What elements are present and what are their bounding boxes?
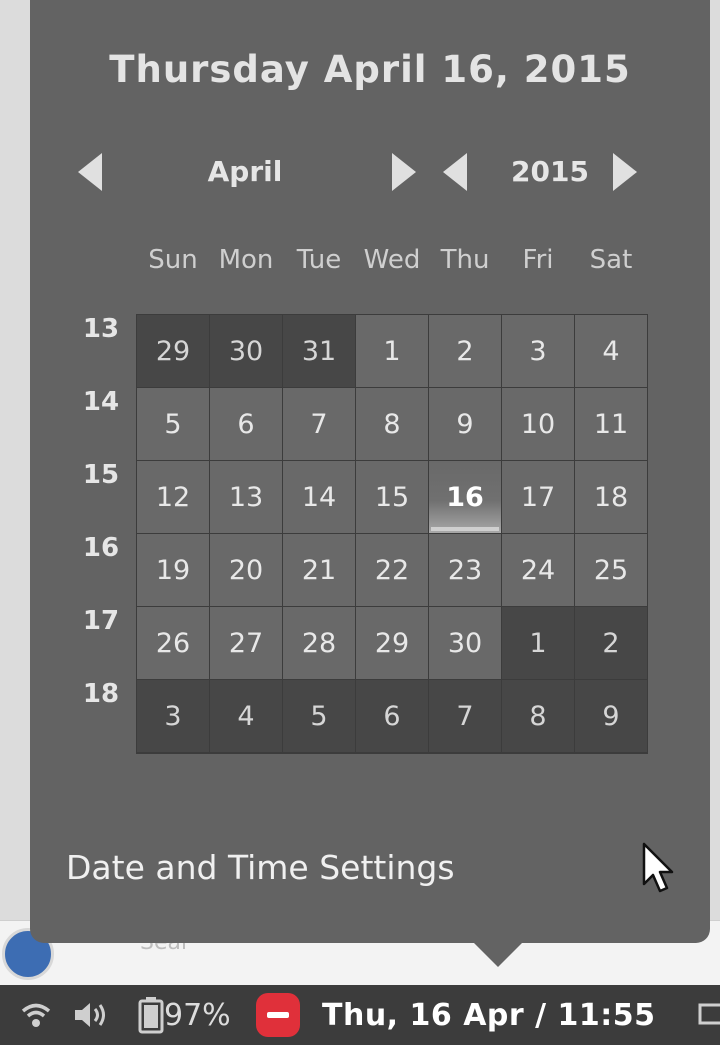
calendar-day[interactable]: 5 bbox=[283, 680, 355, 752]
calendar-day[interactable]: 8 bbox=[502, 680, 574, 752]
do-not-disturb-button[interactable] bbox=[256, 985, 300, 1045]
next-year-button[interactable] bbox=[613, 153, 637, 191]
calendar-day[interactable]: 30 bbox=[210, 315, 282, 387]
weekday-label: Wed bbox=[363, 245, 421, 275]
calendar-day[interactable]: 31 bbox=[283, 315, 355, 387]
taskbar: 97% Thu, 16 Apr / 11:55 bbox=[0, 985, 720, 1045]
calendar-day[interactable]: 23 bbox=[429, 534, 501, 606]
calendar-day[interactable]: 29 bbox=[137, 315, 209, 387]
prev-year-button[interactable] bbox=[443, 153, 467, 191]
calendar-day[interactable]: 7 bbox=[283, 388, 355, 460]
calendar-day[interactable]: 8 bbox=[356, 388, 428, 460]
calendar-day[interactable]: 9 bbox=[429, 388, 501, 460]
calendar-day[interactable]: 1 bbox=[502, 607, 574, 679]
taskbar-clock[interactable]: Thu, 16 Apr / 11:55 bbox=[322, 985, 656, 1045]
calendar-day[interactable]: 24 bbox=[502, 534, 574, 606]
calendar-day[interactable]: 29 bbox=[356, 607, 428, 679]
battery-indicator[interactable]: 97% bbox=[138, 985, 231, 1045]
calendar-day[interactable]: 12 bbox=[137, 461, 209, 533]
month-label: April bbox=[207, 155, 283, 188]
weekday-label: Fri bbox=[522, 245, 554, 275]
calendar-popup: Thursday April 16, 2015 April 2015 Sun Mo… bbox=[30, 0, 710, 943]
calendar-day[interactable]: 21 bbox=[283, 534, 355, 606]
calendar-day[interactable]: 22 bbox=[356, 534, 428, 606]
weekday-label: Sat bbox=[589, 245, 633, 275]
week-number: 14 bbox=[82, 387, 120, 417]
calendar-day[interactable]: 2 bbox=[429, 315, 501, 387]
calendar-day[interactable]: 11 bbox=[575, 388, 647, 460]
prev-month-button[interactable] bbox=[78, 153, 102, 191]
calendar-day[interactable]: 25 bbox=[575, 534, 647, 606]
date-time-settings-link[interactable]: Date and Time Settings bbox=[66, 848, 455, 887]
year-label: 2015 bbox=[511, 155, 589, 188]
calendar-day[interactable]: 3 bbox=[137, 680, 209, 752]
weekday-label: Mon bbox=[218, 245, 274, 275]
overview-icon[interactable] bbox=[698, 985, 720, 1045]
calendar-day[interactable]: 15 bbox=[356, 461, 428, 533]
popup-pointer bbox=[472, 941, 524, 967]
calendar-day[interactable]: 5 bbox=[137, 388, 209, 460]
do-not-disturb-icon bbox=[256, 993, 300, 1037]
calendar-day[interactable]: 4 bbox=[575, 315, 647, 387]
calendar-day[interactable]: 3 bbox=[502, 315, 574, 387]
next-month-button[interactable] bbox=[392, 153, 416, 191]
calendar-day[interactable]: 7 bbox=[429, 680, 501, 752]
week-number: 18 bbox=[82, 679, 120, 709]
weekday-label: Thu bbox=[440, 245, 490, 275]
week-number: 13 bbox=[82, 314, 120, 344]
calendar-day-today[interactable]: 16 bbox=[429, 461, 501, 533]
calendar-day[interactable]: 26 bbox=[137, 607, 209, 679]
calendar-day[interactable]: 20 bbox=[210, 534, 282, 606]
calendar-day[interactable]: 14 bbox=[283, 461, 355, 533]
calendar-day[interactable]: 10 bbox=[502, 388, 574, 460]
calendar-day[interactable]: 17 bbox=[502, 461, 574, 533]
battery-icon bbox=[138, 997, 164, 1034]
wifi-icon[interactable] bbox=[20, 985, 52, 1045]
mouse-cursor-icon bbox=[642, 842, 674, 893]
calendar-day[interactable]: 6 bbox=[356, 680, 428, 752]
calendar-day[interactable]: 18 bbox=[575, 461, 647, 533]
calendar-day[interactable]: 19 bbox=[137, 534, 209, 606]
volume-icon[interactable] bbox=[72, 985, 112, 1045]
weekday-label: Tue bbox=[296, 245, 342, 275]
weekday-label: Sun bbox=[148, 245, 198, 275]
battery-percentage: 97% bbox=[164, 997, 231, 1033]
calendar-day[interactable]: 13 bbox=[210, 461, 282, 533]
week-number: 15 bbox=[82, 460, 120, 490]
calendar-grid: 29 30 31 1 2 3 4 5 6 7 8 9 10 11 12 13 14 15 16 17 18 19 20 21 2… bbox=[136, 314, 648, 754]
calendar-day[interactable]: 1 bbox=[356, 315, 428, 387]
week-number: 16 bbox=[82, 533, 120, 563]
calendar-day[interactable]: 9 bbox=[575, 680, 647, 752]
calendar-day[interactable]: 28 bbox=[283, 607, 355, 679]
week-number: 17 bbox=[82, 606, 120, 636]
calendar-day[interactable]: 27 bbox=[210, 607, 282, 679]
calendar-day[interactable]: 4 bbox=[210, 680, 282, 752]
calendar-day[interactable]: 6 bbox=[210, 388, 282, 460]
date-title: Thursday April 16, 2015 bbox=[109, 48, 631, 91]
calendar-day[interactable]: 2 bbox=[575, 607, 647, 679]
calendar-day[interactable]: 30 bbox=[429, 607, 501, 679]
